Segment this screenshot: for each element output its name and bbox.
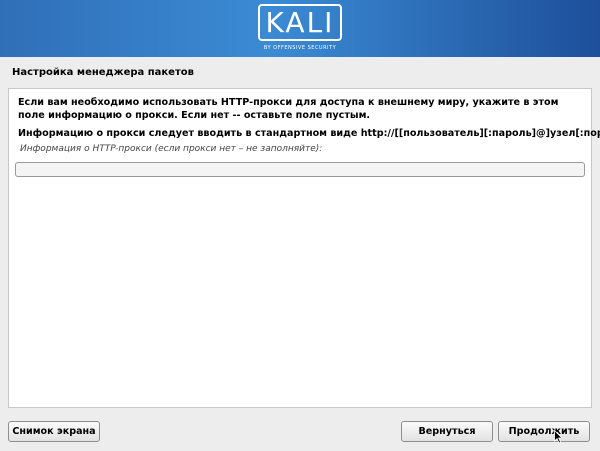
- kali-logo: KALI: [258, 4, 342, 41]
- format-hint-text: Информацию о прокси следует вводить в ст…: [18, 128, 600, 139]
- logo-text: KALI: [265, 5, 335, 39]
- content-panel: Если вам необходимо использовать HTTP-пр…: [8, 88, 600, 408]
- continue-button[interactable]: Продолжить: [498, 421, 590, 442]
- logo-subtitle: BY OFFENSIVE SECURITY: [263, 45, 337, 51]
- back-button[interactable]: Вернуться: [401, 421, 493, 442]
- proxy-input[interactable]: [15, 162, 585, 177]
- proxy-field-label: Информация о HTTP-прокси (если прокси не…: [20, 144, 323, 154]
- screenshot-button[interactable]: Снимок экрана: [8, 421, 100, 442]
- header-banner: KALI BY OFFENSIVE SECURITY: [0, 0, 600, 57]
- mouse-pointer-icon: [554, 430, 563, 444]
- page-title: Настройка менеджера пакетов: [12, 67, 194, 78]
- description-text: Если вам необходимо использовать HTTP-пр…: [18, 97, 559, 121]
